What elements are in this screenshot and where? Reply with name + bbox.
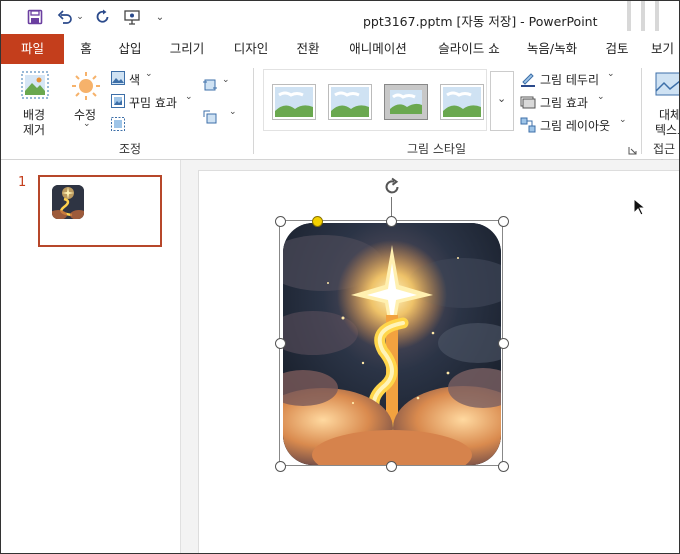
group-label-picture-styles: 그림 스타일 — [407, 142, 467, 156]
picture-effects-label[interactable]: 그림 효과 — [540, 94, 588, 111]
artistic-effects-icon[interactable] — [111, 94, 125, 108]
redo-icon[interactable] — [93, 8, 113, 26]
window-control-deco — [655, 1, 659, 31]
remove-background-label-2[interactable]: 제거 — [23, 121, 45, 138]
chevron-down-icon[interactable]: ⌄ — [229, 107, 237, 117]
undo-dropdown-icon[interactable]: ⌄ — [75, 8, 85, 26]
chevron-down-icon[interactable]: ⌄ — [185, 92, 193, 102]
mouse-cursor-icon — [633, 197, 647, 216]
resize-handle-bottom-left[interactable] — [275, 461, 286, 472]
compress-pictures-icon[interactable] — [203, 78, 217, 92]
corrections-sun-icon[interactable] — [71, 71, 101, 101]
present-from-start-icon[interactable] — [122, 8, 142, 26]
tab-animations[interactable]: 애니메이션 — [341, 34, 415, 64]
alt-text-icon[interactable] — [655, 71, 679, 99]
tab-design[interactable]: 디자인 — [227, 34, 275, 64]
picture-style-thumbnail[interactable] — [328, 84, 372, 120]
gallery-more-button[interactable]: ⌄ — [490, 71, 514, 131]
artistic-effects-label[interactable]: 꾸밈 효과 — [129, 94, 177, 111]
rotate-handle-connector — [391, 197, 392, 218]
transparency-icon[interactable] — [111, 117, 125, 131]
chevron-down-icon: ⌄ — [497, 92, 507, 105]
slide-number: 1 — [18, 175, 27, 190]
tab-slideshow[interactable]: 슬라이드 쇼 — [427, 34, 511, 64]
tab-file[interactable]: 파일 — [1, 34, 64, 64]
slide-thumbnail-selected[interactable] — [38, 175, 162, 247]
window-control-deco — [641, 1, 645, 31]
color-label[interactable]: 색 — [129, 71, 140, 88]
chevron-down-icon[interactable]: ⌄ — [619, 115, 627, 125]
picture-styles-gallery — [263, 69, 487, 131]
ribbon-tabs: 파일 홈 삽입 그리기 디자인 전환 애니메이션 슬라이드 쇼 녹음/녹화 검토… — [1, 34, 679, 64]
chevron-down-icon[interactable]: ⌄ — [607, 69, 615, 79]
resize-handle-top[interactable] — [386, 216, 397, 227]
picture-style-thumbnail[interactable] — [440, 84, 484, 120]
remove-background-icon[interactable] — [21, 71, 49, 99]
shape-adjust-handle[interactable] — [312, 216, 323, 227]
dialog-launcher-icon[interactable] — [628, 144, 637, 155]
chevron-down-icon[interactable]: ⌄ — [145, 69, 153, 79]
picture-effects-icon[interactable] — [520, 94, 536, 110]
resize-handle-top-left[interactable] — [275, 216, 286, 227]
tab-review[interactable]: 검토 — [601, 34, 633, 64]
window-title: ppt3167.pptm [자동 저장] - PowerPoint — [363, 14, 598, 29]
ribbon-picture-format: 배경 제거 수정 ⌄ 색 ⌄ 꾸밈 효과 ⌄ ⌄ ⌄ 조정 ⌄ 그림 테두리 ⌄… — [1, 64, 679, 173]
group-label-adjust: 조정 — [119, 142, 142, 156]
slide-thumbnail-picture — [52, 185, 84, 219]
resize-handle-top-right[interactable] — [498, 216, 509, 227]
picture-border-icon[interactable] — [520, 71, 536, 87]
slide-picture-caduceus[interactable] — [283, 223, 501, 465]
chevron-down-icon[interactable]: ⌄ — [222, 75, 230, 85]
tab-insert[interactable]: 삽입 — [113, 34, 147, 64]
powerpoint-window: ⌄ ⌄ ppt3167.pptm [자동 저장] - PowerPoint 파일… — [0, 0, 680, 554]
chevron-down-icon[interactable]: ⌄ — [597, 92, 605, 102]
group-separator — [253, 68, 254, 154]
change-picture-icon[interactable] — [203, 110, 217, 124]
chevron-down-icon[interactable]: ⌄ — [83, 119, 91, 129]
undo-icon[interactable] — [55, 8, 75, 26]
picture-border-label[interactable]: 그림 테두리 — [540, 71, 599, 88]
tab-view[interactable]: 보기 — [651, 34, 679, 64]
tab-draw[interactable]: 그리기 — [163, 34, 211, 64]
customize-qat-icon[interactable]: ⌄ — [153, 8, 167, 26]
picture-layout-icon[interactable] — [520, 117, 536, 133]
resize-handle-left[interactable] — [275, 338, 286, 349]
tab-record[interactable]: 녹음/녹화 — [521, 34, 583, 64]
resize-handle-right[interactable] — [498, 338, 509, 349]
title-bar: ⌄ ⌄ ppt3167.pptm [자동 저장] - PowerPoint — [1, 1, 679, 34]
color-icon[interactable] — [111, 71, 125, 85]
save-icon[interactable] — [25, 8, 45, 26]
resize-handle-bottom[interactable] — [386, 461, 397, 472]
picture-style-thumbnail-selected[interactable] — [384, 84, 428, 120]
tab-home[interactable]: 홈 — [73, 34, 99, 64]
picture-style-thumbnail[interactable] — [272, 84, 316, 120]
window-control-deco — [627, 1, 631, 31]
picture-layout-label[interactable]: 그림 레이아웃 — [540, 117, 610, 134]
alt-text-label-2[interactable]: 텍스트 — [655, 121, 679, 138]
rotate-handle-icon[interactable] — [382, 177, 402, 197]
slide-thumbnails-pane: 1 — [1, 160, 181, 553]
tab-transitions[interactable]: 전환 — [291, 34, 325, 64]
resize-handle-bottom-right[interactable] — [498, 461, 509, 472]
group-separator — [641, 68, 642, 154]
